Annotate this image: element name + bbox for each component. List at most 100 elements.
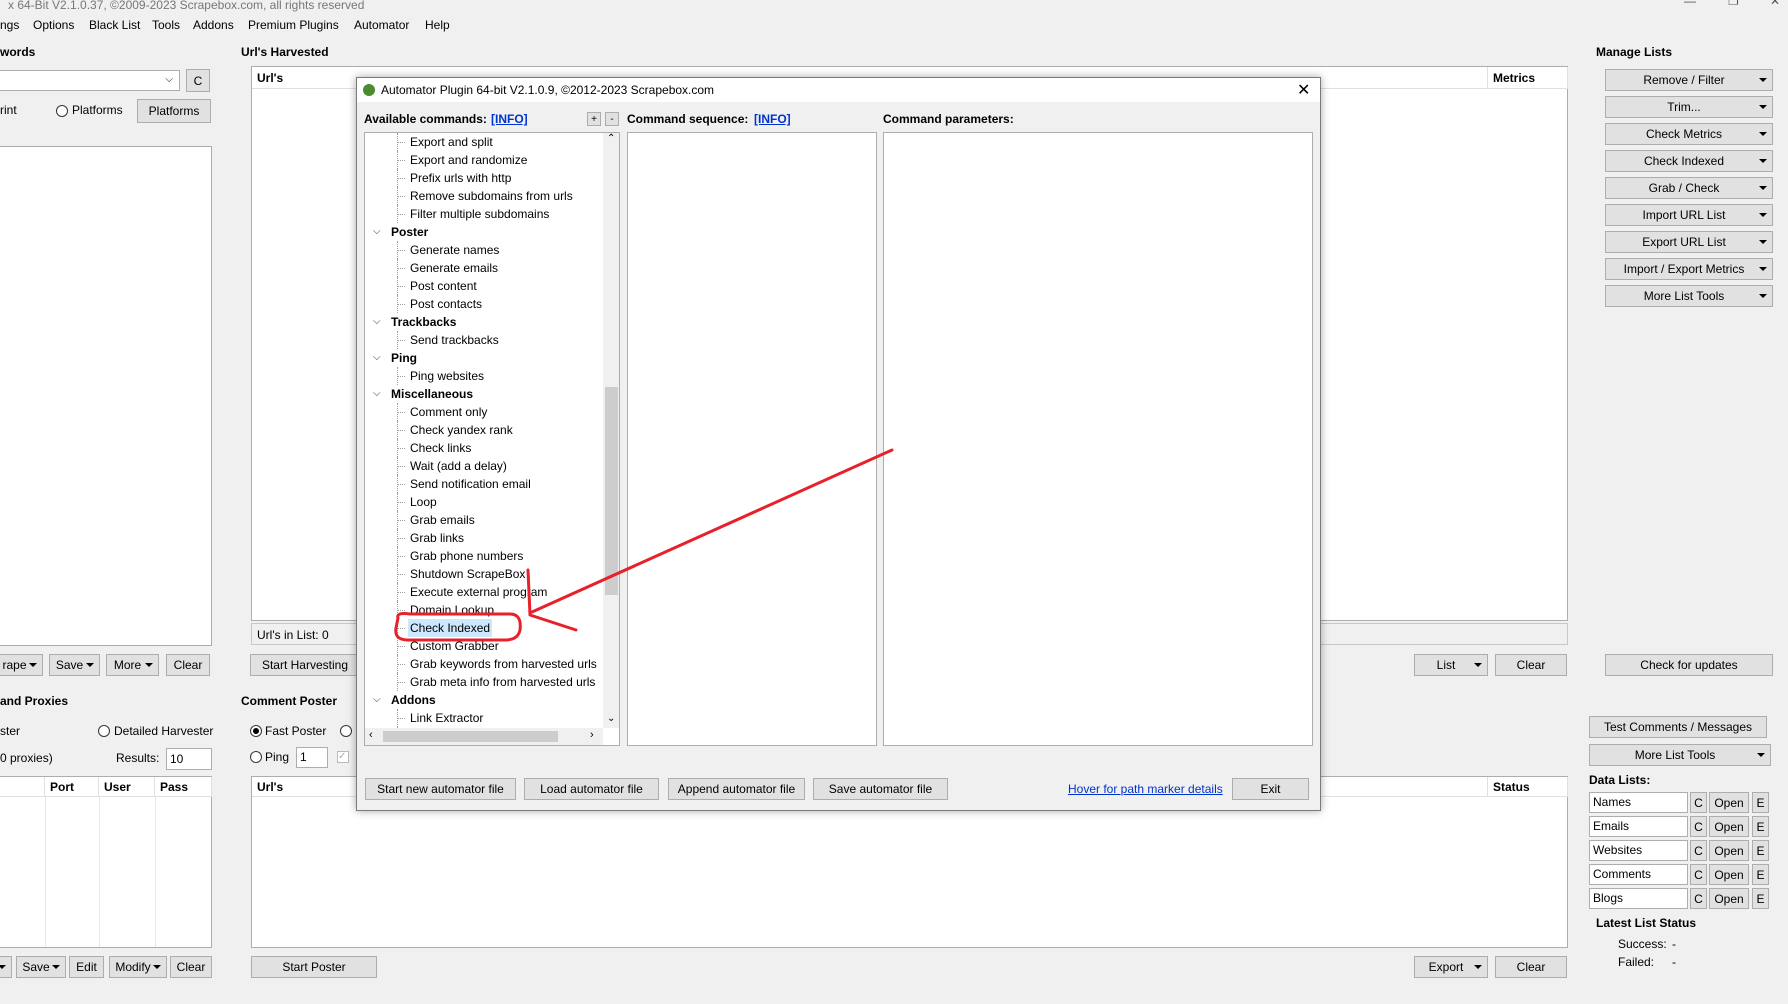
tree-hscrollbar[interactable]: ‹ › [365, 728, 603, 745]
tree-item-selected[interactable]: Check Indexed [408, 619, 493, 637]
menu-automator[interactable]: Automator [354, 18, 409, 32]
menu-options[interactable]: Options [33, 18, 74, 32]
data-list-emails-c[interactable]: C [1690, 816, 1707, 837]
harvested-clear-button[interactable]: Clear [1495, 654, 1567, 676]
tree-item[interactable]: Generate emails [408, 259, 500, 277]
proxies-table[interactable]: Port User Pass [0, 776, 212, 948]
load-automator-button[interactable]: Load automator file [524, 778, 659, 800]
tree-item[interactable]: Shutdown ScrapeBox [408, 565, 527, 583]
proxies-modify-button[interactable]: Modify [109, 956, 167, 978]
check-updates-button[interactable]: Check for updates [1605, 654, 1773, 676]
command-sequence-list[interactable] [627, 132, 877, 746]
commands-tree[interactable]: Export and split Export and randomize Pref… [364, 132, 620, 746]
scroll-left-icon[interactable]: ‹ [369, 729, 373, 741]
data-list-websites-open[interactable]: Open [1709, 840, 1749, 861]
keywords-clear-button[interactable]: Clear [166, 654, 210, 676]
keyword-c-button[interactable]: C [186, 69, 210, 92]
tree-item[interactable]: Ping websites [408, 367, 486, 385]
radio-platforms[interactable] [56, 105, 68, 117]
check-metrics-button[interactable]: Check Metrics [1605, 123, 1773, 145]
append-automator-button[interactable]: Append automator file [668, 778, 805, 800]
radio-ping[interactable] [250, 751, 262, 763]
data-list-names-c[interactable]: C [1690, 792, 1707, 813]
tree-item[interactable]: Wait (add a delay) [408, 457, 509, 475]
proxies-col-port[interactable]: Port [45, 777, 99, 797]
import-export-metrics-button[interactable]: Import / Export Metrics [1605, 258, 1773, 280]
data-list-comments-open[interactable]: Open [1709, 864, 1749, 885]
proxies-col-user[interactable]: User [99, 777, 155, 797]
tree-item[interactable]: Remove subdomains from urls [408, 187, 575, 205]
menu-settings[interactable]: ngs [0, 18, 19, 32]
menu-tools[interactable]: Tools [152, 18, 180, 32]
save-automator-button[interactable]: Save automator file [813, 778, 948, 800]
test-comments-button[interactable]: Test Comments / Messages [1589, 716, 1767, 738]
tree-item[interactable]: Grab keywords from harvested urls [408, 655, 599, 673]
scroll-right-icon[interactable]: › [590, 729, 594, 741]
data-list-comments-c[interactable]: C [1690, 864, 1707, 885]
data-list-blogs[interactable]: Blogs [1589, 888, 1688, 909]
proxies-first-dropdown[interactable] [0, 956, 12, 978]
data-list-comments[interactable]: Comments [1589, 864, 1688, 885]
close-window-icon[interactable]: ✕ [1770, 0, 1780, 8]
tree-item[interactable]: Domain Lookup [408, 601, 496, 619]
tree-item[interactable]: Execute external program [408, 583, 549, 601]
data-list-emails-e[interactable]: E [1752, 816, 1769, 837]
tree-expand-icon[interactable]: ⌵ [373, 226, 381, 237]
tree-item[interactable]: Prefix urls with http [408, 169, 513, 187]
tree-item[interactable]: Grab phone numbers [408, 547, 525, 565]
start-poster-button[interactable]: Start Poster [251, 956, 377, 978]
tree-item[interactable]: Generate names [408, 241, 501, 259]
data-list-websites-e[interactable]: E [1752, 840, 1769, 861]
menu-help[interactable]: Help [425, 18, 450, 32]
proxies-save-button[interactable]: Save [16, 956, 66, 978]
radio-detailed-harvester[interactable] [98, 725, 110, 737]
radio-fast-poster[interactable] [250, 725, 262, 737]
tree-item[interactable]: Send trackbacks [408, 331, 501, 349]
dialog-titlebar[interactable]: Automator Plugin 64-bit V2.1.0.9, ©2012-… [357, 78, 1320, 102]
proxies-edit-button[interactable]: Edit [69, 956, 104, 978]
harvested-col-metrics[interactable]: Metrics [1488, 67, 1568, 89]
tree-item[interactable]: Post contacts [408, 295, 484, 313]
tree-vscroll-thumb[interactable] [605, 387, 618, 595]
tree-hscroll-thumb[interactable] [383, 731, 558, 742]
ping-input[interactable]: 1 [296, 747, 328, 768]
tree-item[interactable]: Grab emails [408, 511, 477, 529]
data-list-names-open[interactable]: Open [1709, 792, 1749, 813]
tree-vscrollbar[interactable]: ⌃ ⌄ [603, 133, 619, 728]
tree-group[interactable]: Miscellaneous [391, 385, 473, 403]
menu-addons[interactable]: Addons [193, 18, 234, 32]
tree-expand-icon[interactable]: ⌵ [373, 316, 381, 327]
tree-item[interactable]: Export and randomize [408, 151, 529, 169]
poster-checkbox[interactable]: ✓ [337, 751, 349, 763]
menu-blacklist[interactable]: Black List [89, 18, 140, 32]
tree-group[interactable]: Poster [391, 223, 428, 241]
tree-group[interactable]: Addons [391, 691, 436, 709]
data-list-emails-open[interactable]: Open [1709, 816, 1749, 837]
radio-slow-poster[interactable] [340, 725, 352, 737]
keyword-select[interactable]: ⌵ [0, 70, 180, 91]
keywords-save-button[interactable]: Save [49, 654, 100, 676]
data-list-names-e[interactable]: E [1752, 792, 1769, 813]
more-list-tools-button[interactable]: More List Tools [1605, 285, 1773, 307]
results-input[interactable]: 10 [166, 748, 212, 770]
tree-item[interactable]: Comment only [408, 403, 489, 421]
start-harvesting-button[interactable]: Start Harvesting [250, 654, 360, 676]
data-list-names[interactable]: Names [1589, 792, 1688, 813]
proxies-col-host[interactable] [0, 777, 45, 797]
data-list-blogs-open[interactable]: Open [1709, 888, 1749, 909]
remove-filter-button[interactable]: Remove / Filter [1605, 69, 1773, 91]
data-list-blogs-c[interactable]: C [1690, 888, 1707, 909]
data-list-blogs-e[interactable]: E [1752, 888, 1769, 909]
export-url-list-button[interactable]: Export URL List [1605, 231, 1773, 253]
minimize-icon[interactable]: — [1684, 0, 1696, 8]
dialog-exit-button[interactable]: Exit [1232, 778, 1309, 800]
tree-item[interactable]: Grab links [408, 529, 466, 547]
trim-button[interactable]: Trim... [1605, 96, 1773, 118]
scroll-down-icon[interactable]: ⌄ [607, 713, 615, 724]
dialog-close-icon[interactable]: ✕ [1297, 80, 1310, 100]
command-parameters-panel[interactable] [883, 132, 1313, 746]
tree-expand-icon[interactable]: ⌵ [373, 352, 381, 363]
grab-check-button[interactable]: Grab / Check [1605, 177, 1773, 199]
expand-all-button[interactable]: + [587, 112, 601, 126]
tree-expand-icon[interactable]: ⌵ [373, 388, 381, 399]
